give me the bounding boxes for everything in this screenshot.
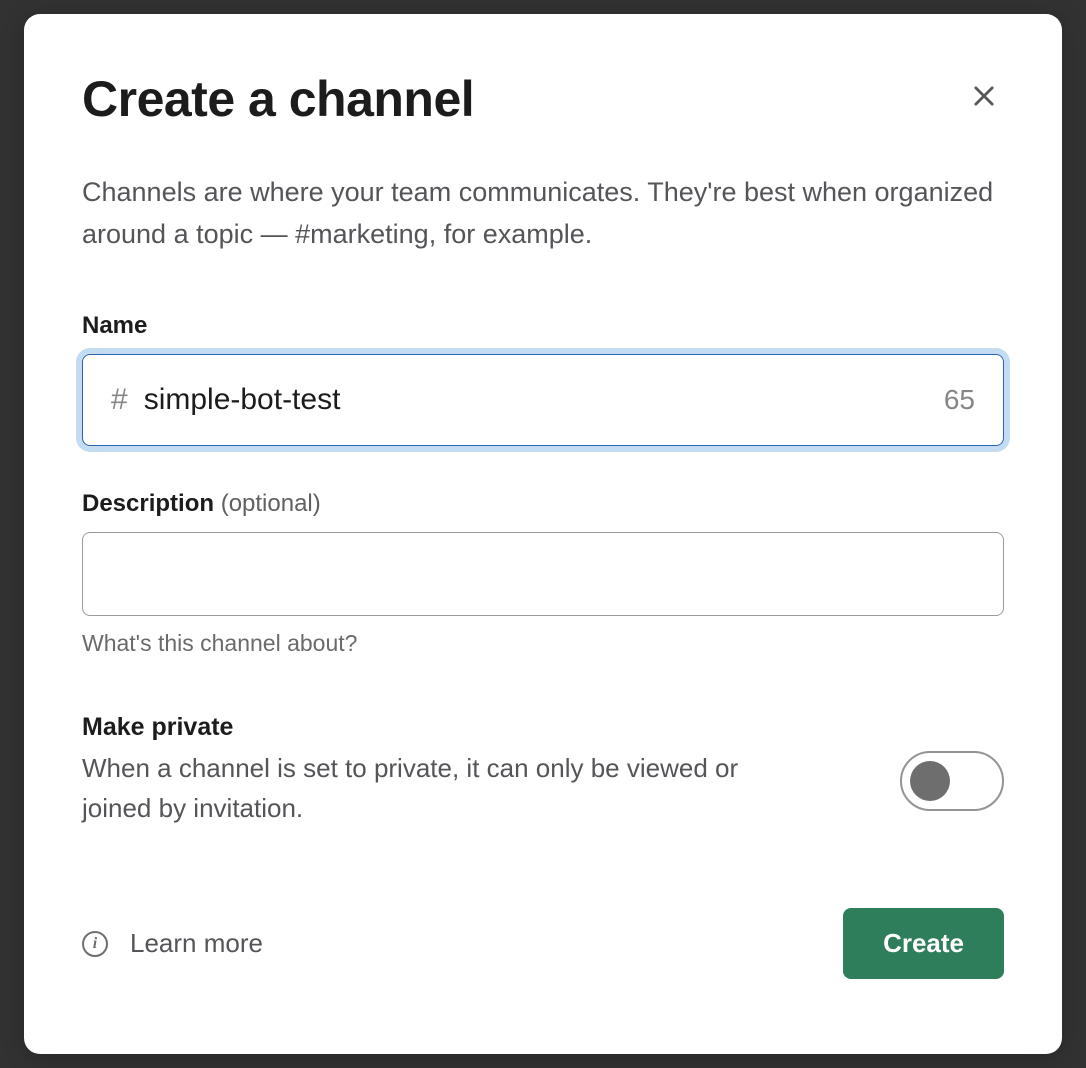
learn-more-link[interactable]: i Learn more <box>82 928 263 959</box>
private-section: Make private When a channel is set to pr… <box>82 713 1004 829</box>
private-description: When a channel is set to private, it can… <box>82 748 746 829</box>
channel-name-input[interactable] <box>144 383 932 417</box>
description-label-text: Description <box>82 490 214 517</box>
learn-more-label: Learn more <box>130 928 263 959</box>
name-field-group: Name # 65 <box>82 312 1004 446</box>
name-input-wrapper: # 65 <box>82 354 1004 446</box>
channel-description-input[interactable] <box>82 532 1004 616</box>
create-button[interactable]: Create <box>843 908 1004 979</box>
modal-title: Create a channel <box>82 70 474 128</box>
close-icon <box>970 82 998 110</box>
name-label: Name <box>82 312 1004 340</box>
char-count: 65 <box>944 384 975 416</box>
description-optional: (optional) <box>221 490 321 517</box>
description-field-group: Description (optional) What's this chann… <box>82 490 1004 657</box>
private-text: Make private When a channel is set to pr… <box>82 713 746 829</box>
modal-footer: i Learn more Create <box>82 908 1004 979</box>
info-icon: i <box>82 931 108 957</box>
description-helper: What's this channel about? <box>82 630 1004 657</box>
hash-icon: # <box>111 383 128 417</box>
private-title: Make private <box>82 713 746 742</box>
description-label: Description (optional) <box>82 490 1004 518</box>
close-button[interactable] <box>964 76 1004 119</box>
private-toggle[interactable] <box>900 751 1004 811</box>
create-channel-modal: Create a channel Channels are where your… <box>24 14 1062 1054</box>
modal-description: Channels are where your team communicate… <box>82 172 1004 256</box>
modal-header: Create a channel <box>82 70 1004 128</box>
toggle-thumb <box>910 761 950 801</box>
